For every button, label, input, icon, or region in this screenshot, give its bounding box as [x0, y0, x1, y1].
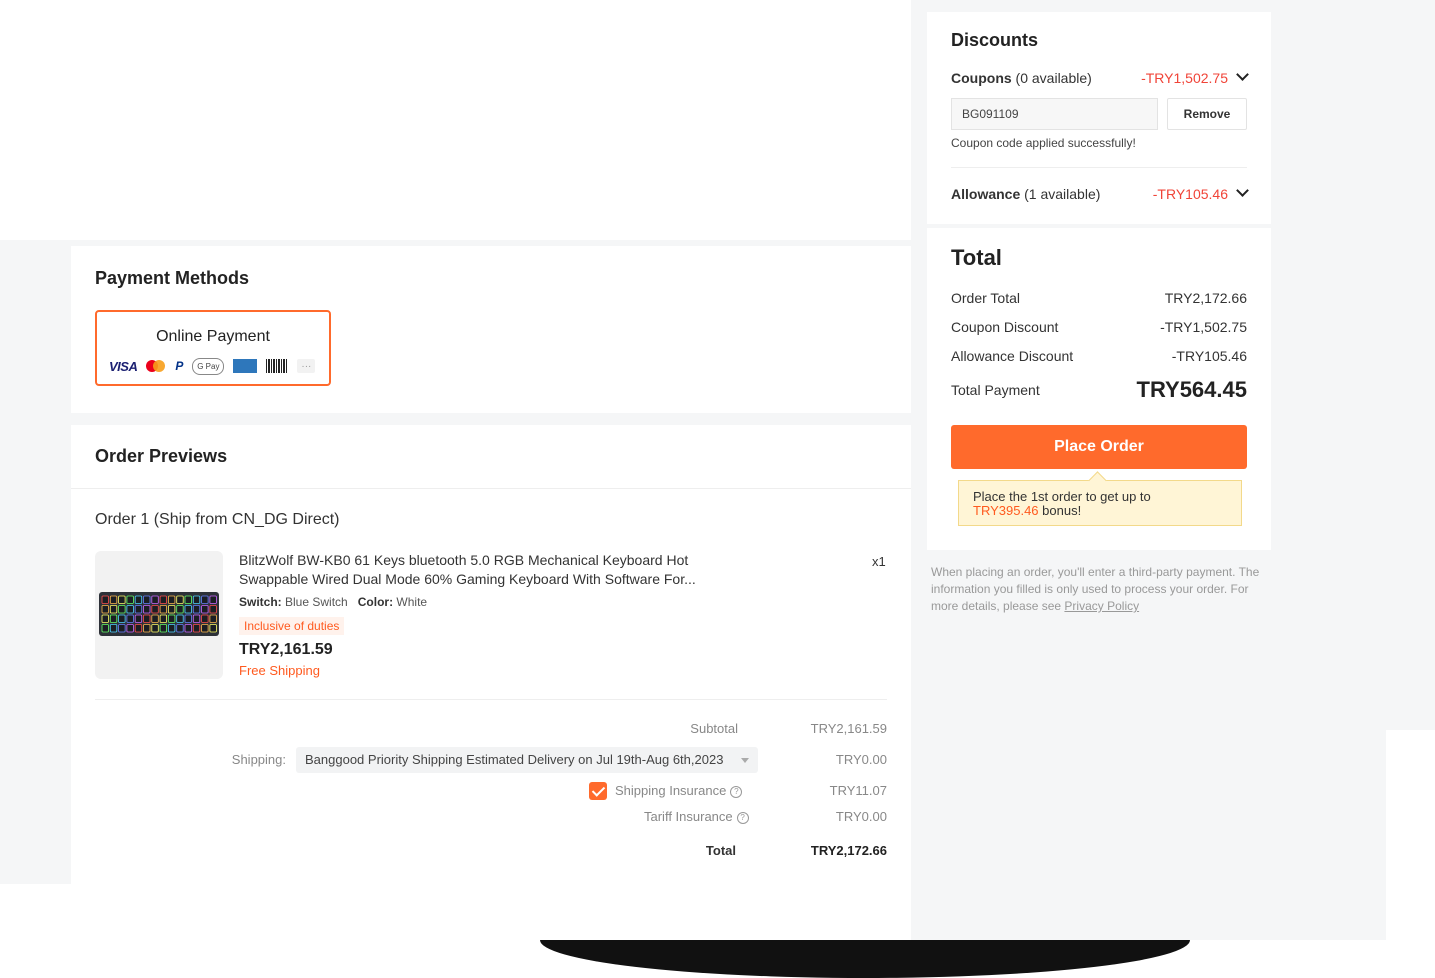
shipping-insurance-value: TRY11.07 [829, 783, 887, 798]
total-payment-value: TRY564.45 [1136, 377, 1247, 402]
coupons-value-row[interactable]: -TRY1,502.75 [1141, 68, 1249, 86]
keyboard-keys-graphic [101, 595, 217, 633]
product-price: TRY2,161.59 [239, 641, 333, 658]
bonus-suffix: bonus! [1042, 503, 1082, 518]
third-party-payment-notice: When placing an order, you'll enter a th… [931, 564, 1261, 615]
barcode-icon [266, 359, 289, 373]
free-shipping-label: Free Shipping [239, 663, 320, 678]
product-title[interactable]: BlitzWolf BW-KB0 61 Keys bluetooth 5.0 R… [239, 551, 739, 589]
color-label: Color: [357, 595, 394, 609]
visa-icon: VISA [109, 358, 138, 374]
allowance-row[interactable]: Allowance (1 available) [951, 186, 1100, 202]
divider [951, 167, 1247, 168]
total-title: Total [951, 245, 1002, 270]
help-icon[interactable]: ? [736, 811, 749, 824]
online-payment-option[interactable]: Online Payment VISA P G Pay ··· [95, 310, 331, 386]
allowance-value-row[interactable]: -TRY105.46 [1152, 184, 1249, 202]
privacy-policy-link[interactable]: Privacy Policy [1064, 599, 1139, 613]
shipping-method-value: Banggood Priority Shipping Estimated Del… [305, 752, 724, 767]
first-order-bonus-tooltip: Place the 1st order to get up to TRY395.… [958, 480, 1242, 526]
order-total-label: Total [705, 843, 736, 858]
tariff-insurance-label: Tariff Insurance [644, 809, 733, 824]
bonus-prefix: Place the 1st order to get up to [973, 489, 1151, 504]
place-order-button[interactable]: Place Order [951, 425, 1247, 469]
product-quantity: x1 [872, 554, 886, 569]
allowance-value: -TRY105.46 [1152, 186, 1228, 202]
divider [95, 699, 887, 700]
shipping-insurance-label[interactable]: Shipping Insurance [615, 783, 726, 798]
shipping-insurance-checkbox[interactable] [589, 782, 607, 800]
dropdown-arrow-icon [741, 758, 749, 763]
payment-methods-title: Payment Methods [95, 268, 250, 288]
order-previews-title: Order Previews [95, 446, 228, 466]
product-attributes: Switch: Blue Switch Color: White [239, 595, 427, 609]
more-icon: ··· [297, 359, 316, 373]
allowance-label: Allowance [951, 186, 1021, 202]
google-pay-icon: G Pay [192, 357, 225, 375]
coupons-available: (0 available) [1015, 70, 1092, 86]
coupons-value: -TRY1,502.75 [1141, 70, 1228, 86]
page-bottom-area [0, 884, 911, 940]
allowance-discount-value: -TRY105.46 [1171, 348, 1247, 364]
keyboard-image [99, 592, 219, 636]
switch-value: Blue Switch [285, 595, 348, 609]
subtotal-value: TRY2,161.59 [810, 721, 887, 736]
page-background-edge [1386, 0, 1435, 730]
coupon-discount-value: -TRY1,502.75 [1160, 319, 1247, 335]
mastercard-icon [146, 359, 166, 373]
help-icon[interactable]: ? [730, 785, 743, 798]
coupon-discount-label: Coupon Discount [951, 319, 1059, 335]
online-payment-label: Online Payment [156, 328, 270, 345]
shipping-label: Shipping: [231, 752, 286, 767]
payment-icons: VISA P G Pay ··· [109, 357, 319, 375]
allowance-discount-label: Allowance Discount [951, 348, 1074, 364]
amex-icon [233, 359, 258, 373]
allowance-available: (1 available) [1024, 186, 1101, 202]
tariff-insurance-value: TRY0.00 [835, 809, 887, 824]
chevron-down-icon[interactable] [1236, 68, 1249, 81]
chevron-down-icon[interactable] [1236, 184, 1249, 197]
order-total-row-label: Order Total [951, 290, 1020, 306]
order-total-value: TRY2,172.66 [810, 843, 887, 858]
tariff-insurance-row: Tariff Insurance? [644, 809, 749, 824]
product-image[interactable] [95, 551, 223, 679]
duties-tag: Inclusive of duties [239, 617, 345, 635]
divider [71, 488, 911, 489]
switch-label: Switch: [239, 595, 282, 609]
coupon-code-input[interactable] [951, 98, 1158, 130]
shipping-value: TRY0.00 [835, 752, 887, 767]
bottom-edge-shape [540, 940, 1190, 978]
subtotal-label: Subtotal [690, 721, 738, 736]
shipping-insurance-row: Shipping Insurance? [615, 783, 743, 798]
coupons-row[interactable]: Coupons (0 available) [951, 70, 1092, 86]
paypal-icon: P [175, 359, 184, 373]
coupons-label: Coupons [951, 70, 1012, 86]
remove-coupon-button[interactable]: Remove [1167, 98, 1247, 130]
color-value: White [396, 595, 428, 609]
order-label: Order 1 (Ship from CN_DG Direct) [95, 511, 340, 528]
bonus-amount: TRY395.46 [973, 503, 1039, 518]
total-payment-label: Total Payment [951, 382, 1040, 398]
discounts-title: Discounts [951, 30, 1039, 50]
coupon-success-message: Coupon code applied successfully! [951, 136, 1136, 150]
shipping-method-select[interactable]: Banggood Priority Shipping Estimated Del… [296, 747, 758, 773]
order-total-row-value: TRY2,172.66 [1164, 290, 1247, 306]
